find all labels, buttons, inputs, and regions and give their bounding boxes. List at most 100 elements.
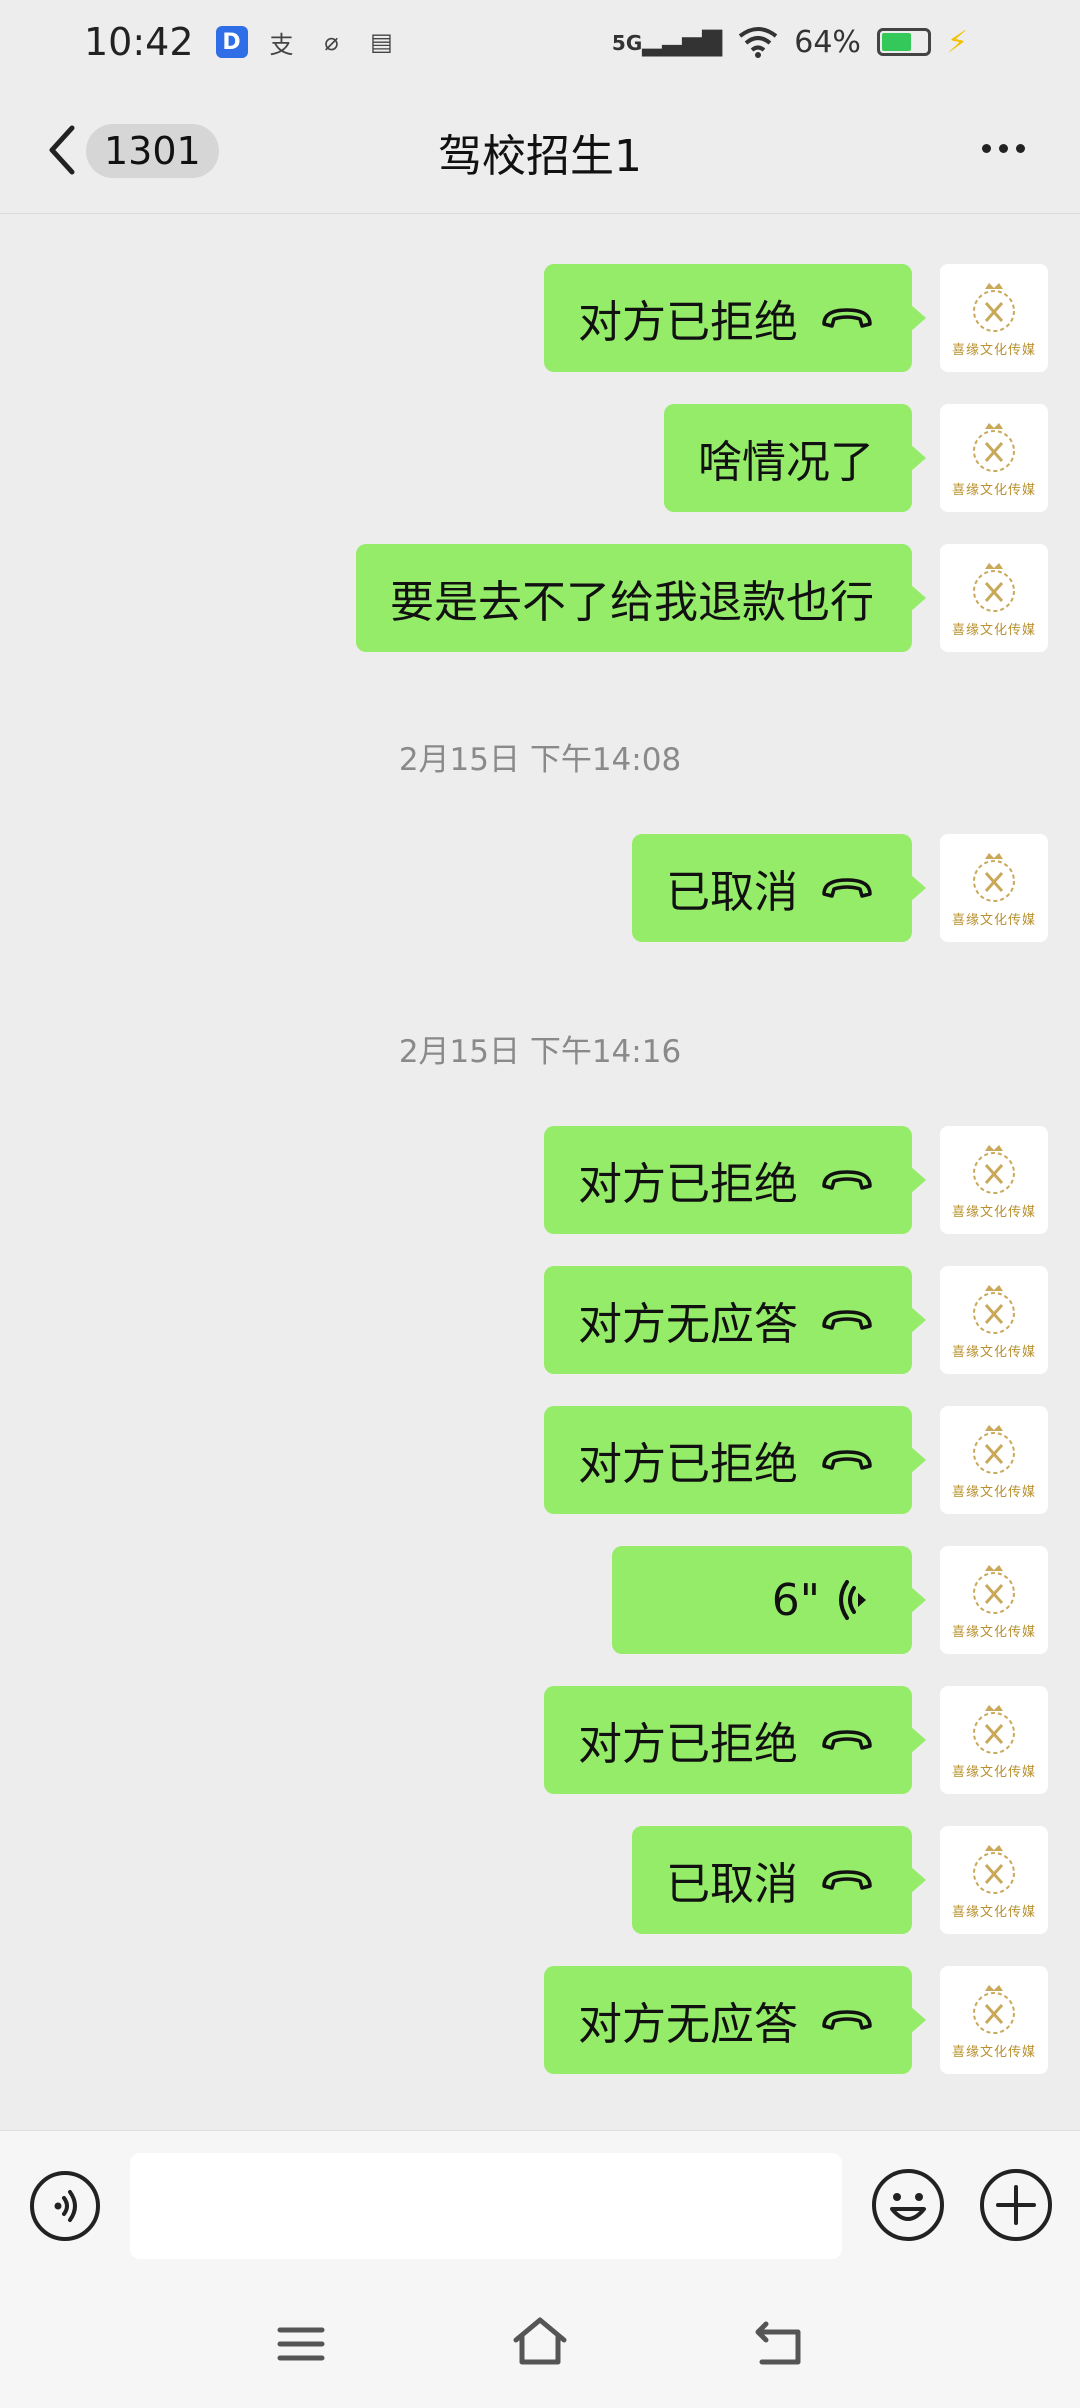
status-right: 5G▂▃▅▇ 64% ⚡ — [612, 0, 968, 84]
brand-logo-icon — [973, 1844, 1015, 1894]
brand-text: 喜缘文化传媒 — [951, 2044, 1036, 2060]
link-icon: ⌀ — [324, 28, 339, 56]
add-more-icon[interactable] — [978, 2167, 1054, 2243]
message-row: 对方已拒绝喜缘文化传媒 — [544, 1126, 1048, 1234]
recent-apps-icon[interactable] — [276, 2324, 326, 2364]
message-text: 对方已拒绝 — [578, 297, 798, 348]
brand-logo-icon — [973, 562, 1015, 612]
brand-text: 喜缘文化传媒 — [951, 342, 1036, 358]
message-input[interactable] — [130, 2153, 842, 2259]
sender-avatar[interactable]: 喜缘文化传媒 — [940, 1406, 1048, 1514]
message-row: 6" 喜缘文化传媒 — [612, 1546, 1048, 1654]
call-record-bubble[interactable]: 对方已拒绝 — [544, 1126, 926, 1234]
sender-avatar[interactable]: 喜缘文化传媒 — [940, 544, 1048, 652]
brand-logo-icon — [973, 422, 1015, 472]
call-record-bubble[interactable]: 对方已拒绝 — [544, 1406, 926, 1514]
message-row: 要是去不了给我退款也行喜缘文化传媒 — [356, 544, 1048, 652]
hangup-icon — [822, 1730, 872, 1750]
message-text: 对方无应答 — [578, 1299, 798, 1350]
sender-avatar[interactable]: 喜缘文化传媒 — [940, 1546, 1048, 1654]
dingtalk-icon: D — [215, 26, 248, 58]
message-text: 已取消 — [666, 1859, 798, 1910]
message-text: 对方已拒绝 — [578, 1439, 798, 1490]
hangup-icon — [822, 1870, 872, 1890]
brand-text: 喜缘文化传媒 — [951, 1484, 1036, 1500]
brand-text: 喜缘文化传媒 — [951, 1624, 1036, 1640]
brand-text: 喜缘文化传媒 — [951, 912, 1036, 928]
sender-avatar[interactable]: 喜缘文化传媒 — [940, 1686, 1048, 1794]
brand-logo-icon — [973, 1424, 1015, 1474]
sender-avatar[interactable]: 喜缘文化传媒 — [940, 264, 1048, 372]
message-row: 对方无应答喜缘文化传媒 — [544, 1966, 1048, 2074]
battery-percent: 64% — [794, 24, 861, 60]
message-row: 已取消喜缘文化传媒 — [632, 834, 1048, 942]
brand-logo-icon — [973, 282, 1015, 332]
brand-text: 喜缘文化传媒 — [951, 622, 1036, 638]
unread-count-badge[interactable]: 1301 — [86, 124, 219, 178]
hangup-icon — [822, 1450, 872, 1470]
call-record-bubble[interactable]: 已取消 — [632, 834, 926, 942]
status-app-icons: D 支 ⌀ ▤ — [215, 26, 398, 59]
brand-logo-icon — [973, 1704, 1015, 1754]
message-row: 对方无应答喜缘文化传媒 — [544, 1266, 1048, 1374]
signal-icon: 5G▂▃▅▇ — [611, 27, 723, 57]
message-timestamp: 2月15日 下午14:08 — [398, 742, 682, 778]
battery-icon — [876, 28, 931, 56]
sender-avatar[interactable]: 喜缘文化传媒 — [940, 834, 1048, 942]
brand-logo-icon — [973, 852, 1015, 902]
wifi-icon — [739, 27, 778, 58]
brand-logo-icon — [973, 1564, 1015, 1614]
hangup-icon — [822, 878, 872, 898]
input-bar — [0, 2130, 1080, 2278]
message-row: 对方已拒绝喜缘文化传媒 — [544, 1406, 1048, 1514]
sender-avatar[interactable]: 喜缘文化传媒 — [940, 1826, 1048, 1934]
sender-avatar[interactable]: 喜缘文化传媒 — [940, 1966, 1048, 2074]
brand-logo-icon — [973, 1284, 1015, 1334]
message-text: 啥情况了 — [698, 437, 874, 488]
home-icon[interactable] — [510, 2314, 570, 2368]
battery-fill — [881, 33, 912, 51]
back-arrow-icon[interactable] — [42, 120, 82, 180]
message-text: 对方已拒绝 — [578, 1159, 798, 1210]
message-timestamp: 2月15日 下午14:16 — [398, 1034, 682, 1070]
message-text: 已取消 — [666, 867, 798, 918]
charging-icon: ⚡ — [946, 24, 968, 60]
call-record-bubble[interactable]: 对方无应答 — [544, 1966, 926, 2074]
status-bar: 10:42 D 支 ⌀ ▤ 5G▂▃▅▇ 64% ⚡ — [0, 0, 1080, 84]
message-row: 对方已拒绝喜缘文化传媒 — [544, 264, 1048, 372]
brand-text: 喜缘文化传媒 — [951, 1764, 1036, 1780]
brand-logo-icon — [973, 1144, 1015, 1194]
text-message-bubble[interactable]: 要是去不了给我退款也行 — [356, 544, 926, 652]
message-text: 要是去不了给我退款也行 — [390, 577, 874, 628]
message-list[interactable]: 对方已拒绝 喜缘文化传媒 啥情况了 喜缘文化传媒 要是去不了给我退款也行 喜缘文化传媒 2月… — [0, 214, 1080, 2130]
voice-input-toggle-icon[interactable] — [28, 2169, 102, 2243]
sender-avatar[interactable]: 喜缘文化传媒 — [940, 1266, 1048, 1374]
message-row: 已取消喜缘文化传媒 — [632, 1826, 1048, 1934]
message-text: 对方无应答 — [578, 1999, 798, 2050]
system-back-icon[interactable] — [752, 2318, 806, 2368]
hangup-icon — [822, 2010, 872, 2030]
hangup-icon — [822, 308, 872, 328]
status-time: 10:42 — [84, 20, 194, 64]
brand-text: 喜缘文化传媒 — [951, 1904, 1036, 1920]
chat-header: 1301 驾校招生1 — [0, 84, 1080, 214]
brand-logo-icon — [973, 1984, 1015, 2034]
message-text: 6" — [771, 1574, 820, 1626]
message-row: 对方已拒绝喜缘文化传媒 — [544, 1686, 1048, 1794]
brand-text: 喜缘文化传媒 — [951, 1204, 1036, 1220]
voice-message-bubble[interactable]: 6" — [612, 1546, 926, 1654]
brand-text: 喜缘文化传媒 — [951, 1344, 1036, 1360]
sender-avatar[interactable]: 喜缘文化传媒 — [940, 404, 1048, 512]
emoji-icon[interactable] — [870, 2167, 946, 2243]
call-record-bubble[interactable]: 已取消 — [632, 1826, 926, 1934]
text-message-bubble[interactable]: 啥情况了 — [664, 404, 926, 512]
hangup-icon — [822, 1310, 872, 1330]
call-record-bubble[interactable]: 对方已拒绝 — [544, 264, 926, 372]
sender-avatar[interactable]: 喜缘文化传媒 — [940, 1126, 1048, 1234]
more-options-icon[interactable] — [978, 134, 1038, 164]
message-text: 对方已拒绝 — [578, 1719, 798, 1770]
call-record-bubble[interactable]: 对方无应答 — [544, 1266, 926, 1374]
call-record-bubble[interactable]: 对方已拒绝 — [544, 1686, 926, 1794]
voice-message-icon — [839, 1580, 866, 1620]
hangup-icon — [822, 1170, 872, 1190]
